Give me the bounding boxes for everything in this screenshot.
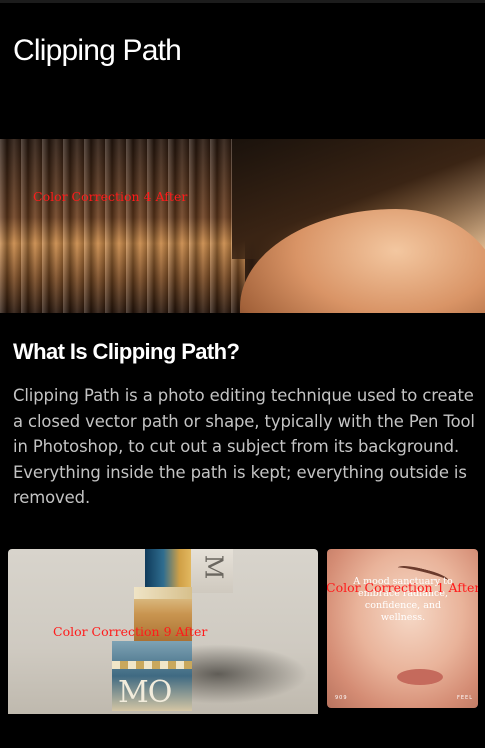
page-title: Clipping Path (13, 34, 182, 67)
product-box-tall-side: M (191, 549, 233, 593)
face-footer-right: FEEL (457, 695, 473, 701)
hero-fluted-glass (0, 139, 245, 313)
gallery-image-face[interactable]: A mood sanctuary to embrace radiance, co… (327, 549, 478, 708)
face-lips (397, 669, 443, 685)
product-box-logo: M (199, 554, 228, 580)
hero-image: Color Correction 4 After (0, 139, 485, 313)
product-box-base-logo: MO (118, 675, 172, 710)
hero-image-alt: Color Correction 4 After (33, 189, 188, 204)
product-image-alt: Color Correction 9 After (53, 624, 208, 639)
section-heading: What Is Clipping Path? (13, 339, 240, 364)
product-box-base: MO (112, 641, 192, 711)
face-footer-left: 909 (335, 695, 348, 701)
face-image-alt: Color Correction 1 After (327, 580, 478, 595)
top-bar (0, 0, 485, 3)
gallery-image-product[interactable]: M MO Color Correction 9 After (8, 549, 318, 714)
section-body: Clipping Path is a photo editing techniq… (13, 386, 475, 507)
